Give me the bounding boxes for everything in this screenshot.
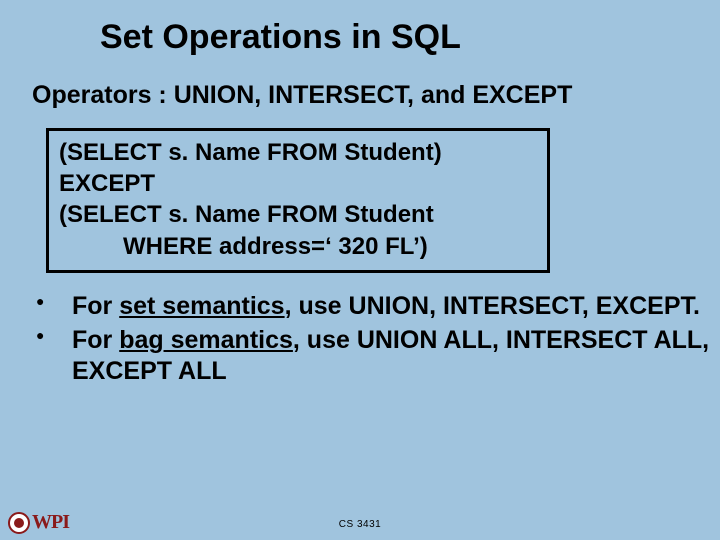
wpi-text: WPI xyxy=(32,511,69,534)
wpi-seal-icon xyxy=(8,512,30,534)
bullet-text: , use UNION, INTERSECT, EXCEPT. xyxy=(285,292,700,320)
code-line-2: EXCEPT xyxy=(59,168,537,199)
bullet-list: For set semantics, use UNION, INTERSECT,… xyxy=(36,291,720,387)
wpi-logo: WPI xyxy=(8,511,69,534)
bullet-underline: bag semantics xyxy=(119,326,293,354)
code-line-3: (SELECT s. Name FROM Student xyxy=(59,199,537,230)
operators-subtitle: Operators : UNION, INTERSECT, and EXCEPT xyxy=(0,57,720,110)
bullet-text: For xyxy=(72,292,119,320)
footer-course-id: CS 3431 xyxy=(0,519,720,530)
bullet-text: For xyxy=(72,326,119,354)
code-line-1: (SELECT s. Name FROM Student) xyxy=(59,137,537,168)
code-line-4: WHERE address=‘ 320 FL’) xyxy=(59,231,537,262)
slide-title: Set Operations in SQL xyxy=(0,0,720,57)
bullet-bag-semantics: For bag semantics, use UNION ALL, INTERS… xyxy=(36,325,720,386)
sql-example-box: (SELECT s. Name FROM Student) EXCEPT (SE… xyxy=(46,128,550,273)
bullet-underline: set semantics xyxy=(119,292,284,320)
bullet-set-semantics: For set semantics, use UNION, INTERSECT,… xyxy=(36,291,720,322)
